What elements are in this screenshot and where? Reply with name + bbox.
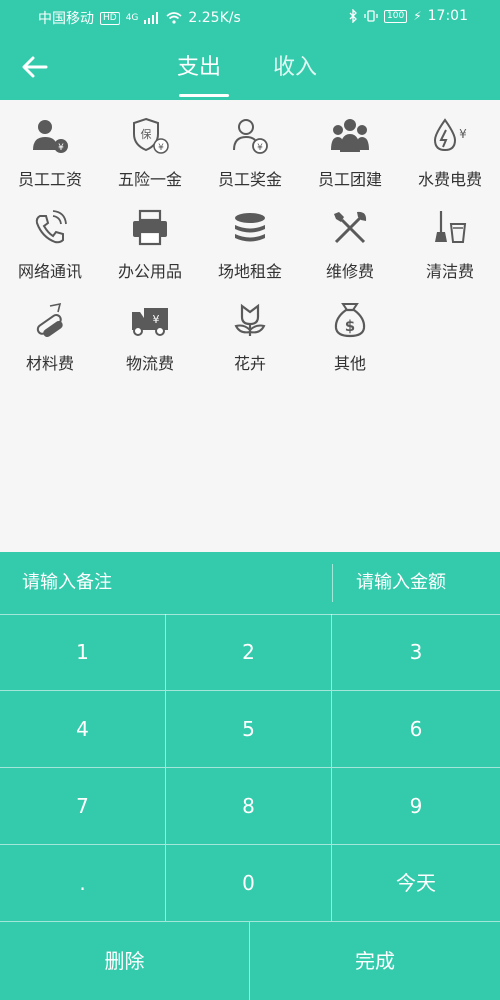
clock: 17:01 <box>427 8 468 24</box>
key-today[interactable]: 今天 <box>332 845 500 922</box>
tools-icon <box>334 211 367 244</box>
battery-level: 100 <box>384 9 408 23</box>
phone-icon <box>35 210 67 244</box>
category-team-building[interactable]: 员工团建 <box>300 100 400 192</box>
team-building-icon <box>331 119 369 152</box>
done-button[interactable]: 完成 <box>250 922 500 1000</box>
tab-expense[interactable]: 支出 <box>177 52 221 84</box>
key-9[interactable]: 9 <box>332 768 500 845</box>
category-label: 花卉 <box>233 354 266 373</box>
tab-income[interactable]: 收入 <box>273 52 317 84</box>
carrier-text: 中国移动 <box>38 11 94 27</box>
materials-icon <box>36 302 63 338</box>
arrow-left-icon <box>22 56 48 78</box>
svg-text:¥: ¥ <box>257 143 263 153</box>
category-label: 员工团建 <box>317 170 382 189</box>
status-bar: 中国移动 HD 4G 2.25K/s 100 ⚡ 17:01 <box>0 0 500 34</box>
svg-text:¥: ¥ <box>459 127 467 141</box>
employee-bonus-icon: ¥ <box>233 119 268 154</box>
insurance-icon: 保 ¥ <box>133 117 169 154</box>
amount-input[interactable]: 请输入金额 <box>356 552 486 614</box>
svg-text:¥: ¥ <box>153 313 160 326</box>
input-divider <box>332 564 333 602</box>
category-logistics[interactable]: ¥ 物流费 <box>100 284 200 376</box>
category-grid: ¥ 员工工资 保 ¥ 五险一金 ¥ 员工奖金 员工团建 ¥ 水费电费 网络通讯 … <box>0 100 500 552</box>
category-label: 物流费 <box>125 354 174 373</box>
key-7[interactable]: 7 <box>0 768 166 845</box>
key-2[interactable]: 2 <box>166 614 332 691</box>
employee-salary-icon: ¥ <box>33 120 68 153</box>
category-label: 员工奖金 <box>217 170 282 189</box>
network-speed: 2.25K/s <box>188 10 241 26</box>
note-input[interactable]: 请输入备注 <box>22 552 322 614</box>
category-employee-bonus[interactable]: ¥ 员工奖金 <box>200 100 300 192</box>
category-label: 场地租金 <box>217 262 282 281</box>
category-materials[interactable]: 材料费 <box>0 284 100 376</box>
category-label: 清洁费 <box>425 262 474 281</box>
key-0[interactable]: 0 <box>166 845 332 922</box>
vibrate-icon <box>364 10 378 22</box>
category-label: 水费电费 <box>417 170 482 189</box>
category-label: 材料费 <box>25 354 74 373</box>
keypad-panel: 请输入备注 请输入金额 1 2 3 4 5 6 7 8 9 . 0 今天 删除 … <box>0 552 500 1000</box>
money-bag-icon: $ <box>334 303 366 338</box>
key-dot[interactable]: . <box>0 845 166 922</box>
truck-icon: ¥ <box>132 308 168 336</box>
category-office-supplies[interactable]: 办公用品 <box>100 192 200 284</box>
hd-badge: HD <box>100 11 120 25</box>
svg-text:¥: ¥ <box>158 143 164 153</box>
svg-text:保: 保 <box>141 127 152 141</box>
category-other[interactable]: $ 其他 <box>300 284 400 376</box>
category-utilities[interactable]: ¥ 水费电费 <box>400 100 500 192</box>
bluetooth-icon <box>349 9 357 23</box>
cleaning-icon <box>435 211 467 243</box>
category-label: 办公用品 <box>117 262 182 281</box>
category-cleaning[interactable]: 清洁费 <box>400 192 500 284</box>
category-insurance[interactable]: 保 ¥ 五险一金 <box>100 100 200 192</box>
coins-icon <box>235 213 265 242</box>
category-repair[interactable]: 维修费 <box>300 192 400 284</box>
key-8[interactable]: 8 <box>166 768 332 845</box>
utilities-icon: ¥ <box>433 118 467 152</box>
category-label: 员工工资 <box>17 170 82 189</box>
charging-icon: ⚡ <box>413 9 422 23</box>
key-1[interactable]: 1 <box>0 614 166 691</box>
key-6[interactable]: 6 <box>332 691 500 768</box>
svg-text:$: $ <box>345 317 355 335</box>
category-flowers[interactable]: 花卉 <box>200 284 300 376</box>
category-label: 维修费 <box>325 262 374 281</box>
signal-text: 4G <box>125 13 139 23</box>
key-5[interactable]: 5 <box>166 691 332 768</box>
delete-button[interactable]: 删除 <box>0 922 250 1000</box>
svg-text:¥: ¥ <box>58 143 64 153</box>
tab-indicator <box>179 94 229 97</box>
wifi-icon <box>166 12 182 24</box>
back-button[interactable] <box>18 50 52 84</box>
category-network[interactable]: 网络通讯 <box>0 192 100 284</box>
signal-icon <box>144 12 159 24</box>
input-row: 请输入备注 请输入金额 <box>0 552 500 615</box>
category-venue-rent[interactable]: 场地租金 <box>200 192 300 284</box>
key-3[interactable]: 3 <box>332 614 500 691</box>
top-bar: 支出 收入 <box>0 34 500 100</box>
printer-icon <box>133 209 167 246</box>
category-employee-salary[interactable]: ¥ 员工工资 <box>0 100 100 192</box>
flower-icon <box>234 303 266 336</box>
category-label: 五险一金 <box>117 170 182 189</box>
category-label: 网络通讯 <box>17 262 82 281</box>
key-4[interactable]: 4 <box>0 691 166 768</box>
category-label: 其他 <box>333 354 366 373</box>
